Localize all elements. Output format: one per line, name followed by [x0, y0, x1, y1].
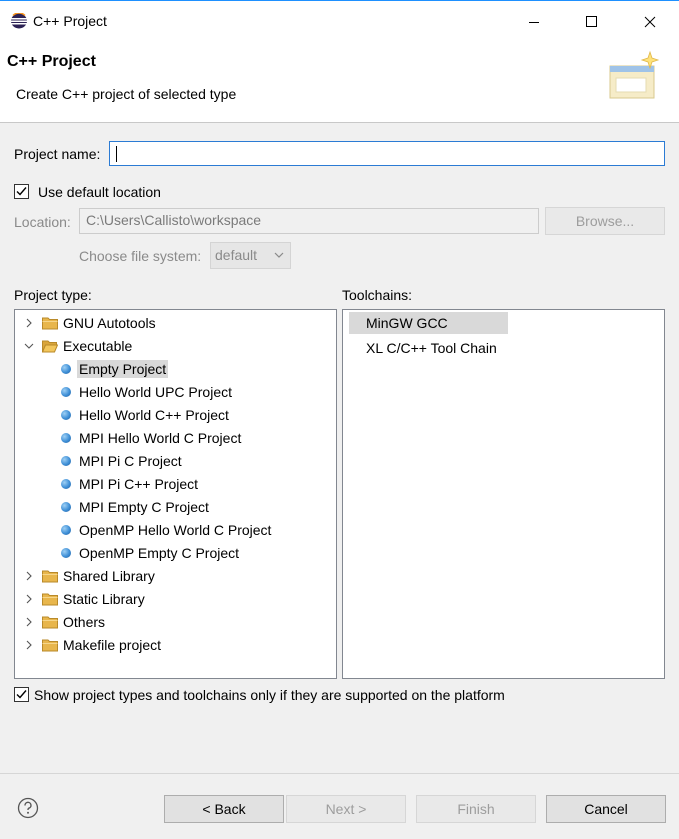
chevron-right-icon[interactable] — [22, 638, 36, 652]
toolchain-item-label: MinGW GCC — [366, 315, 448, 331]
tree-item-mpi-empty-c[interactable]: MPI Empty C Project — [61, 496, 209, 518]
tree-item-shared-library[interactable]: Shared Library — [22, 565, 155, 587]
toolchain-item-xl-c-cpp[interactable]: XL C/C++ Tool Chain — [349, 337, 497, 359]
title-bar: C++ Project — [0, 0, 679, 42]
browse-button[interactable]: Browse... — [545, 207, 665, 235]
tree-item-label: MPI Pi C Project — [79, 453, 182, 469]
use-default-location-label: Use default location — [38, 184, 161, 200]
tree-item-label: Hello World UPC Project — [79, 384, 233, 400]
checkmark-icon — [16, 187, 27, 196]
folder-icon — [42, 316, 58, 330]
use-default-location-checkbox[interactable] — [14, 184, 29, 199]
cancel-button[interactable]: Cancel — [546, 795, 666, 823]
tree-item-label: Others — [63, 614, 106, 630]
chevron-right-icon[interactable] — [22, 592, 36, 606]
minimize-button[interactable] — [505, 1, 563, 43]
tree-item-hello-world-cpp[interactable]: Hello World C++ Project — [61, 404, 229, 426]
toolchains-label: Toolchains: — [342, 287, 413, 303]
project-type-icon — [61, 548, 71, 558]
chevron-right-icon[interactable] — [22, 569, 36, 583]
tree-item-label: MPI Hello World C Project — [79, 430, 242, 446]
maximize-icon — [586, 16, 597, 27]
next-button[interactable]: Next > — [286, 795, 406, 823]
window-title: C++ Project — [33, 13, 107, 29]
project-type-icon — [61, 364, 71, 374]
folder-icon — [42, 569, 58, 583]
toolchain-item-mingw-gcc[interactable]: MinGW GCC — [349, 312, 508, 334]
project-type-icon — [61, 387, 71, 397]
file-system-select[interactable]: default — [210, 242, 291, 269]
tree-item-label: MPI Empty C Project — [79, 499, 209, 515]
tree-item-openmp-hello-world-c[interactable]: OpenMP Hello World C Project — [61, 519, 271, 541]
folder-icon — [42, 592, 58, 606]
checkmark-icon — [16, 690, 27, 699]
chevron-right-icon[interactable] — [22, 615, 36, 629]
text-caret — [116, 146, 117, 162]
tree-item-hello-world-upc[interactable]: Hello World UPC Project — [61, 381, 232, 403]
tree-item-mpi-pi-cpp[interactable]: MPI Pi C++ Project — [61, 473, 198, 495]
project-type-icon — [61, 456, 71, 466]
project-type-icon — [61, 479, 71, 489]
wizard-subtitle: Create C++ project of selected type — [16, 86, 237, 102]
folder-open-icon — [41, 339, 59, 353]
location-input[interactable]: C:\Users\Callisto\workspace — [79, 208, 539, 234]
project-type-icon — [61, 502, 71, 512]
tree-item-mpi-hello-world-c[interactable]: MPI Hello World C Project — [61, 427, 241, 449]
tree-item-mpi-pi-c[interactable]: MPI Pi C Project — [61, 450, 182, 472]
project-type-label: Project type: — [14, 287, 92, 303]
project-type-icon — [61, 410, 71, 420]
folder-icon — [42, 615, 58, 629]
chevron-down-icon — [274, 252, 284, 258]
file-system-label: Choose file system: — [79, 248, 202, 264]
eclipse-icon — [10, 12, 28, 29]
tree-item-label: Static Library — [63, 591, 145, 607]
tree-item-label: Empty Project — [77, 360, 169, 378]
tree-item-empty-project[interactable]: Empty Project — [61, 358, 169, 380]
project-name-input[interactable] — [109, 141, 665, 166]
close-button[interactable] — [621, 1, 679, 43]
tree-item-label: Shared Library — [63, 568, 155, 584]
tree-item-others[interactable]: Others — [22, 611, 105, 633]
wizard-header: C++ Project Create C++ project of select… — [0, 42, 679, 123]
maximize-button[interactable] — [563, 1, 621, 43]
project-type-icon — [61, 525, 71, 535]
wizard-title: C++ Project — [7, 53, 96, 70]
toolchains-list[interactable]: MinGW GCC XL C/C++ Tool Chain — [342, 309, 665, 679]
tree-item-label: Makefile project — [63, 637, 162, 653]
project-name-label: Project name: — [14, 146, 101, 162]
supported-only-checkbox[interactable] — [14, 687, 29, 702]
folder-icon — [42, 638, 58, 652]
close-icon — [644, 16, 656, 28]
tree-item-openmp-empty-c[interactable]: OpenMP Empty C Project — [61, 542, 239, 564]
tree-item-gnu-autotools[interactable]: GNU Autotools — [22, 312, 156, 334]
toolchain-item-label: XL C/C++ Tool Chain — [366, 340, 497, 356]
project-type-icon — [61, 433, 71, 443]
file-system-value: default — [215, 247, 258, 263]
tree-item-static-library[interactable]: Static Library — [22, 588, 145, 610]
project-type-tree[interactable]: GNU Autotools Executable Empty Project H… — [14, 309, 337, 679]
tree-item-label: Executable — [63, 338, 133, 354]
back-button[interactable]: < Back — [164, 795, 284, 823]
new-project-wizard-icon — [606, 48, 668, 110]
tree-item-makefile-project[interactable]: Makefile project — [22, 634, 161, 656]
finish-button[interactable]: Finish — [416, 795, 536, 823]
tree-item-label: OpenMP Hello World C Project — [79, 522, 272, 538]
tree-item-label: Hello World C++ Project — [79, 407, 229, 423]
chevron-down-icon[interactable] — [22, 339, 36, 353]
tree-item-executable[interactable]: Executable — [22, 335, 132, 357]
supported-only-label: Show project types and toolchains only i… — [34, 687, 505, 703]
tree-item-label: MPI Pi C++ Project — [79, 476, 199, 492]
help-icon[interactable] — [17, 797, 39, 819]
chevron-right-icon[interactable] — [22, 316, 36, 330]
tree-item-label: OpenMP Empty C Project — [79, 545, 240, 561]
minimize-icon — [529, 22, 539, 23]
tree-item-label: GNU Autotools — [63, 315, 156, 331]
footer-divider — [0, 773, 679, 774]
location-label: Location: — [14, 214, 71, 230]
